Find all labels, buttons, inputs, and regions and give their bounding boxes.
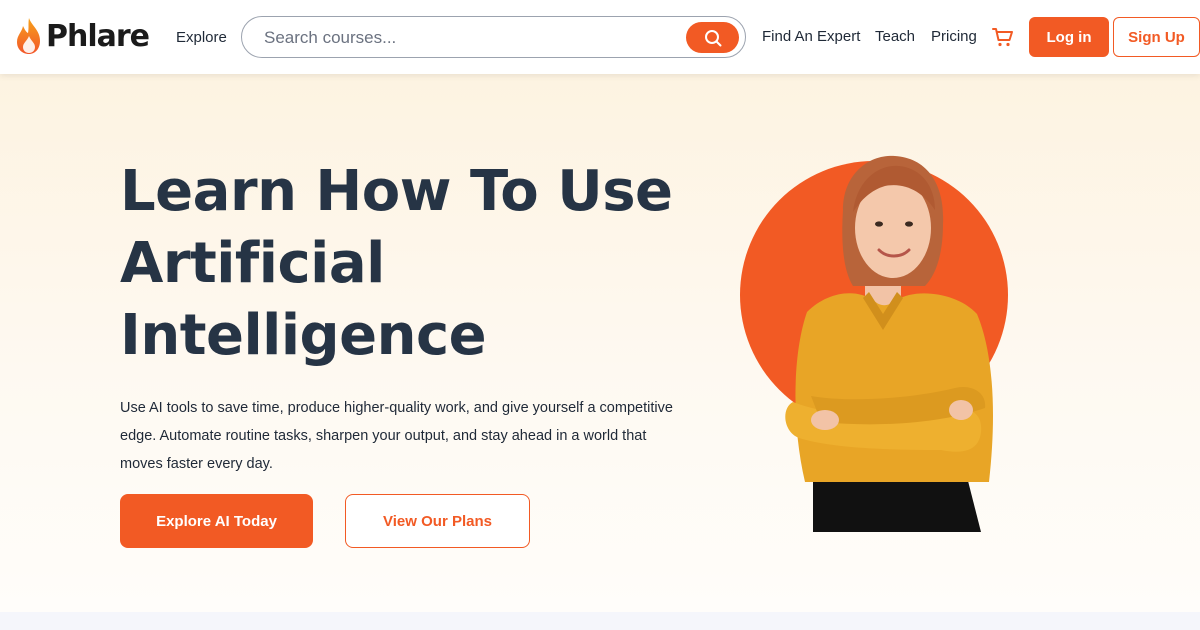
hero-image: [740, 155, 1008, 532]
search-icon: [704, 29, 721, 46]
logo[interactable]: Phlare: [14, 12, 150, 60]
brand-name: Phlare: [46, 18, 150, 54]
pants-shape: [813, 477, 981, 532]
nav-link-teach[interactable]: Teach: [875, 28, 915, 45]
hero-headline: Learn How To Use Artificial Intelligence: [120, 159, 673, 368]
search-button[interactable]: [686, 22, 739, 53]
shopping-cart-icon[interactable]: [992, 26, 1014, 48]
hero-description: Use AI tools to save time, produce highe…: [120, 400, 673, 472]
nav-link-pricing[interactable]: Pricing: [931, 28, 977, 45]
top-navigation: Phlare Explore Find An Expert Teach Pric…: [0, 0, 1200, 74]
explore-link[interactable]: Explore: [176, 29, 227, 46]
signup-button[interactable]: Sign Up: [1113, 17, 1200, 57]
search-bar: [241, 16, 746, 58]
search-input[interactable]: [264, 26, 684, 50]
section-divider: [0, 612, 1200, 630]
login-button[interactable]: Log in: [1029, 17, 1109, 57]
view-plans-button[interactable]: View Our Plans: [345, 494, 530, 548]
flame-logo-icon: [17, 18, 40, 54]
nav-link-find-an-expert[interactable]: Find An Expert: [762, 28, 860, 45]
explore-ai-button[interactable]: Explore AI Today: [120, 494, 313, 548]
hero-section: Learn How To Use Artificial Intelligence…: [0, 74, 1200, 612]
